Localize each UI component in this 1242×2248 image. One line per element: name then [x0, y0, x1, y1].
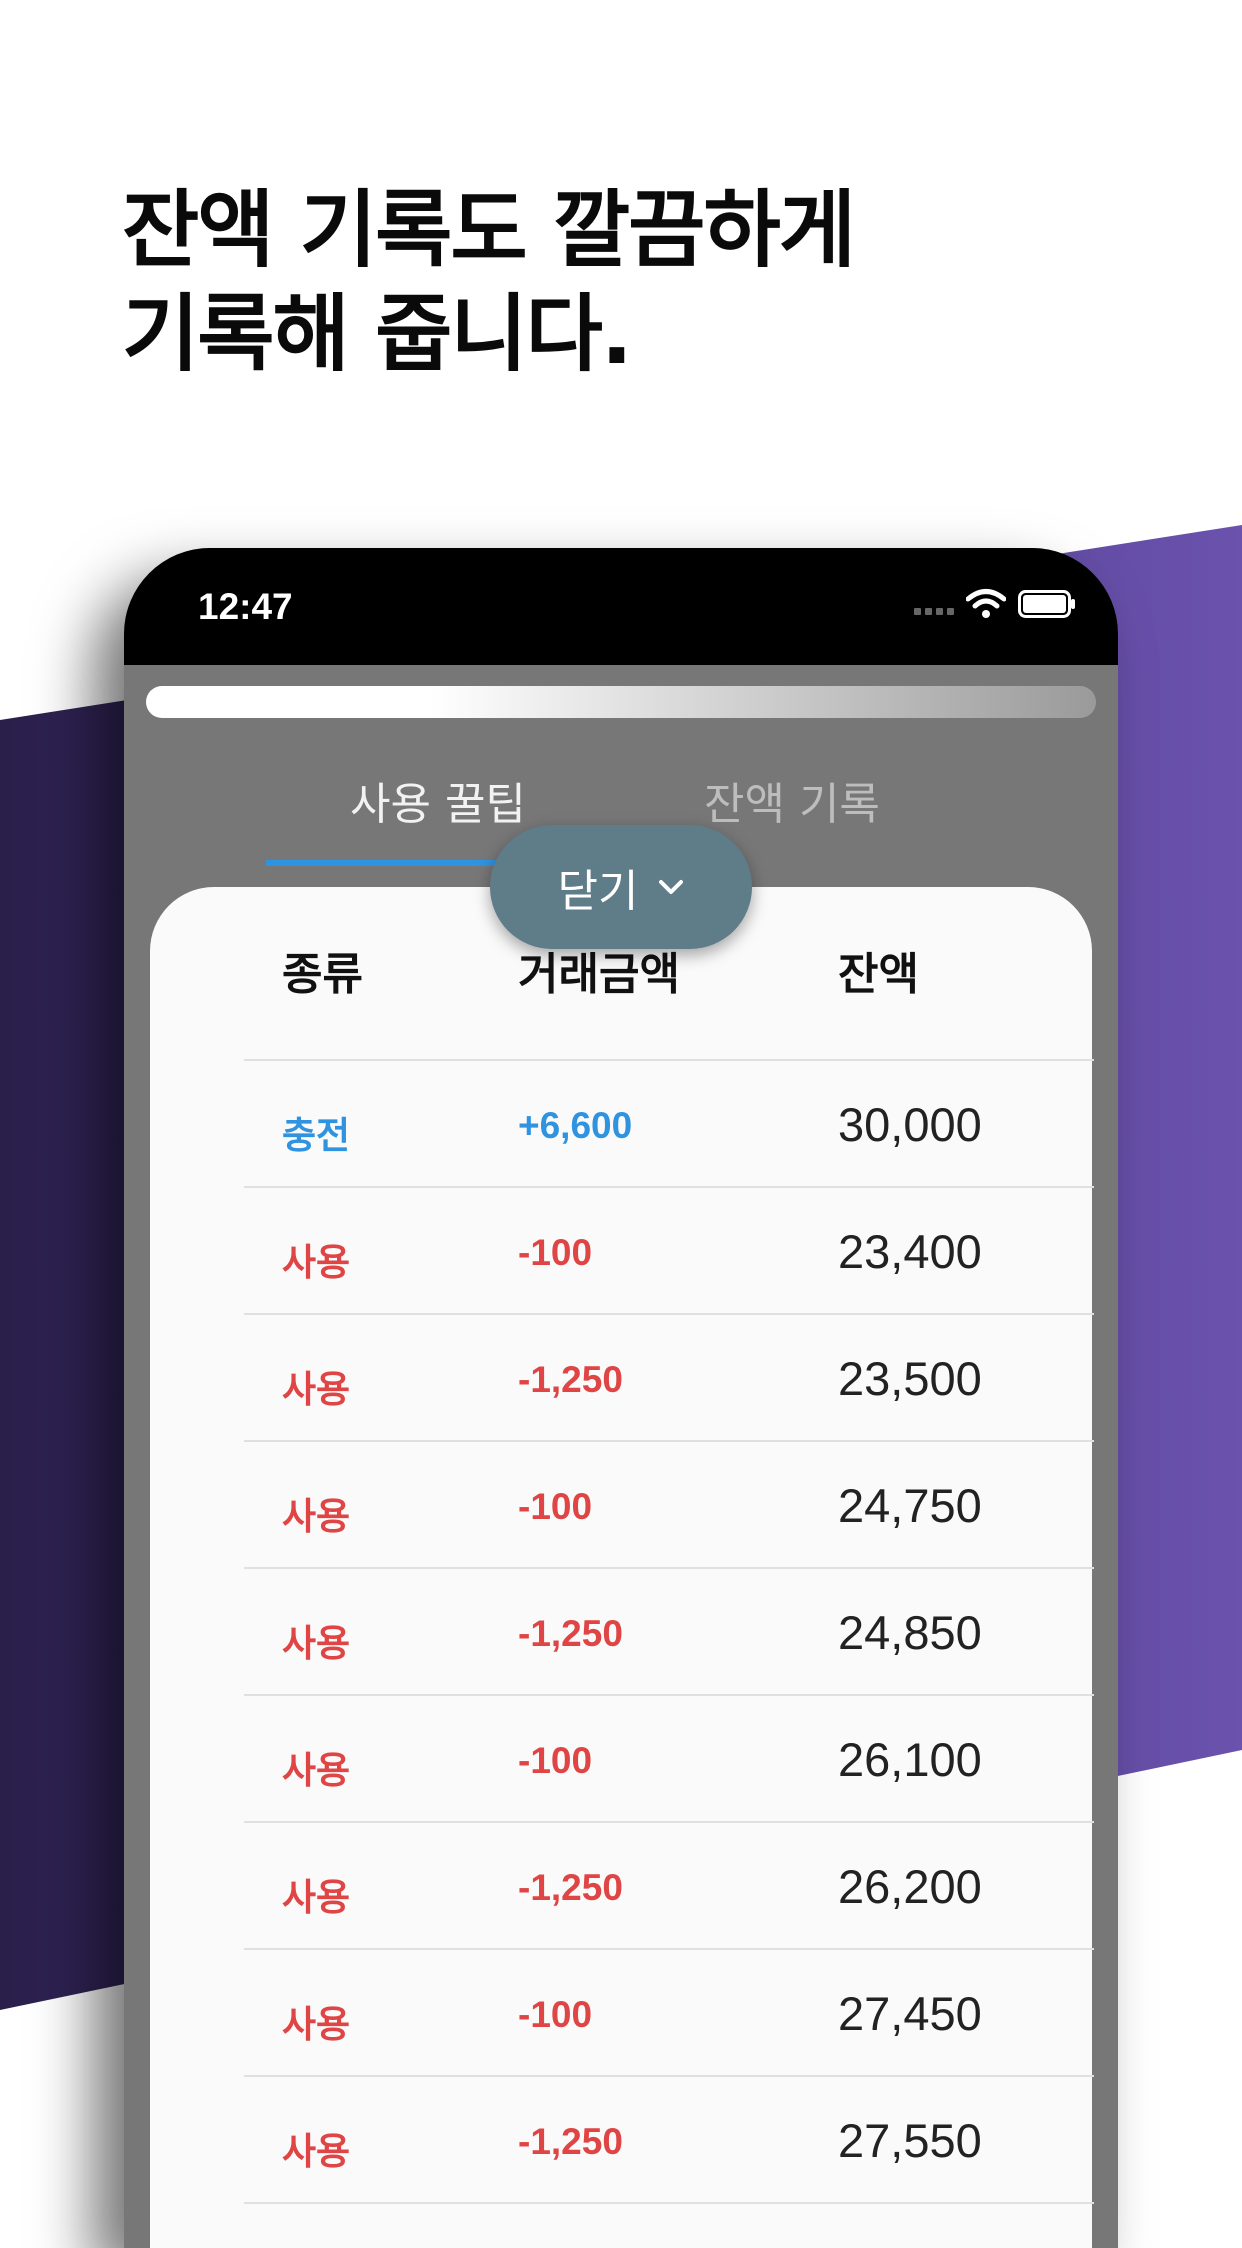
table-row: 사용 -1,250 23,500 — [150, 1313, 1092, 1440]
cell-amount: -1,250 — [518, 1613, 623, 1654]
cell-amount: -1,250 — [518, 1359, 623, 1400]
cell-amount: +6,600 — [518, 1105, 633, 1146]
cell-type: 충전 — [282, 1114, 351, 1157]
cell-balance: 30,000 — [838, 1098, 982, 1151]
status-icons — [914, 588, 1076, 620]
headline-line-2: 기록해 줍니다. — [122, 285, 633, 383]
cell-balance: 23,400 — [838, 1225, 982, 1278]
balance-table-card: 종류 거래금액 잔액 충전 +6,600 30,000 사용 -100 23,400 사용 -… — [150, 887, 1094, 2248]
row-divider — [244, 2202, 1094, 2204]
status-time: 12:47 — [198, 586, 293, 627]
cell-balance: 24,850 — [838, 1606, 982, 1659]
close-button-label: 닫기 — [557, 866, 639, 917]
header-balance: 잔액 — [838, 949, 919, 1000]
tab-indicator — [266, 860, 502, 866]
cell-type: 사용 — [282, 1241, 351, 1284]
cell-type: 사용 — [282, 1495, 351, 1538]
cell-amount: -1,250 — [518, 1867, 623, 1908]
sheet-handle[interactable] — [146, 686, 1096, 718]
table-row: 사용 -1,250 27,550 — [150, 2075, 1092, 2202]
cell-type: 사용 — [282, 1749, 351, 1792]
cell-type: 사용 — [282, 1368, 351, 1411]
tab-usage-tips[interactable]: 사용 꿀팁 — [350, 768, 526, 832]
table-row: 사용 -1,250 26,200 — [150, 1821, 1092, 1948]
wifi-icon — [966, 589, 1006, 618]
headline-line-1: 잔액 기록도 깔끔하게 — [122, 181, 856, 279]
table-row: 사용 -1,250 24,850 — [150, 1567, 1092, 1694]
cell-amount: -100 — [518, 1232, 593, 1273]
cell-balance: 27,450 — [838, 1987, 982, 2040]
header-type: 종류 — [282, 949, 363, 1000]
table-row: 사용 -100 23,400 — [150, 1186, 1092, 1313]
chevron-down-icon — [659, 880, 684, 894]
cell-type: 사용 — [282, 1876, 351, 1919]
table-row: 사용 -100 24,750 — [150, 1440, 1092, 1567]
cell-type: 사용 — [282, 2130, 351, 2173]
table-row: 충전 +6,600 30,000 — [150, 1059, 1092, 1186]
cell-type: 사용 — [282, 1622, 351, 1665]
signal-icon — [914, 607, 954, 615]
cell-amount: -100 — [518, 1994, 593, 2035]
headline: 잔액 기록도 깔끔하게 기록해 줍니다. — [122, 178, 856, 386]
table-row: 사용 -100 27,450 — [150, 1948, 1092, 2075]
cell-amount: -1,250 — [518, 2121, 623, 2162]
cell-balance: 26,200 — [838, 1860, 982, 1913]
table-row: 사용 -100 26,100 — [150, 1694, 1092, 1821]
tab-balance-history[interactable]: 잔액 기록 — [704, 768, 880, 832]
cell-amount: -100 — [518, 1486, 593, 1527]
cell-amount: -100 — [518, 1740, 593, 1781]
cell-balance: 23,500 — [838, 1352, 982, 1405]
cell-balance: 27,550 — [838, 2114, 982, 2167]
phone-frame: 12:47 사용 꿀팁 잔액 기록 닫기 종류 거래금액 잔액 충전 +6,60… — [124, 548, 1118, 2248]
status-bar: 12:47 — [124, 548, 1118, 665]
cell-type: 사용 — [282, 2003, 351, 2046]
cell-balance: 26,100 — [838, 1733, 982, 1786]
close-button[interactable]: 닫기 — [490, 825, 752, 949]
cell-balance: 24,750 — [838, 1479, 982, 1532]
battery-icon — [1018, 590, 1075, 618]
